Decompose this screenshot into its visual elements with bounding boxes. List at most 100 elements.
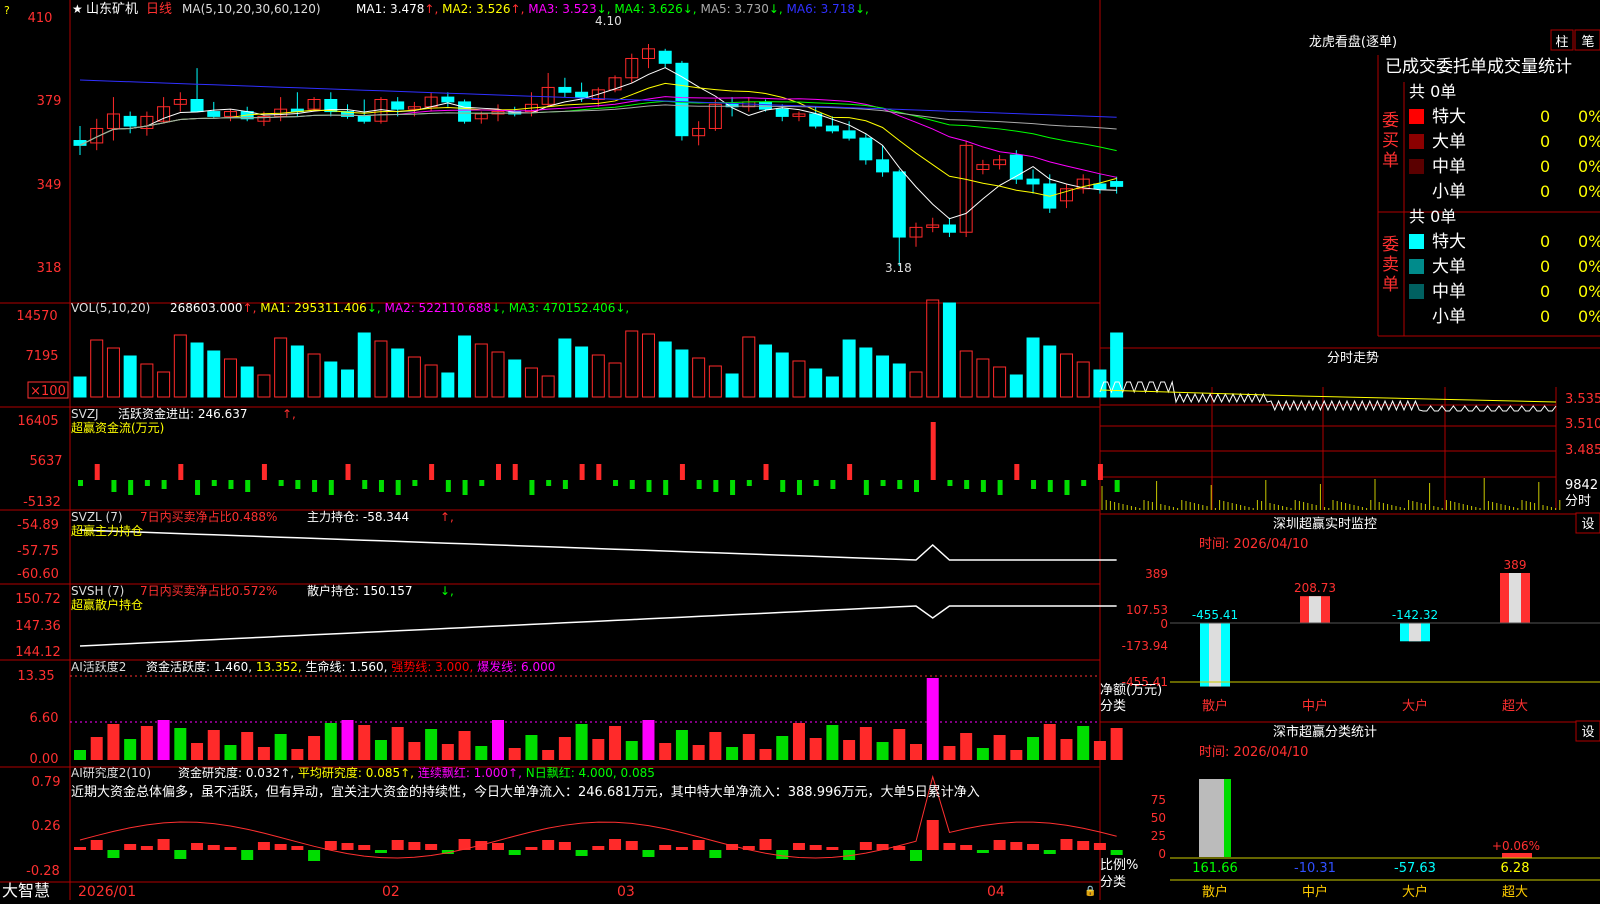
svzl-arrow: ↑, <box>440 510 454 524</box>
fund-flow-bar <box>178 464 184 480</box>
volume-bar <box>658 341 672 398</box>
candlestick <box>391 101 405 110</box>
vol-unit-button[interactable]: ×100 <box>30 384 66 399</box>
activity-bar <box>291 749 304 760</box>
volume-bar <box>508 359 522 398</box>
favorite-star-icon[interactable]: ★ <box>72 2 83 16</box>
activity-bar <box>625 741 638 760</box>
activity-bar <box>274 734 287 760</box>
order-percent: 0% <box>1578 107 1600 126</box>
svsh-arrow: ↓, <box>440 584 454 598</box>
research-bar <box>191 843 204 850</box>
order-count: 0 <box>1540 282 1550 301</box>
activity-bar <box>642 720 655 760</box>
sz-axis-label-2: 分类 <box>1100 699 1126 714</box>
activity-bar <box>207 730 220 760</box>
activity-bar <box>1060 739 1073 760</box>
legend-item: MA5: 3.730 <box>697 2 769 16</box>
research-bar <box>107 850 120 858</box>
research-bar <box>90 840 103 850</box>
sell-orders-label: 委卖单 <box>1382 235 1399 295</box>
legend-item: 268603.000 <box>170 301 243 315</box>
fund-flow-bar <box>813 480 819 486</box>
volume-bar <box>441 372 455 398</box>
ratio-value-label: 6.28 <box>1501 861 1530 876</box>
research-bar <box>174 850 187 859</box>
activity-bar <box>843 740 856 760</box>
period-label[interactable]: 日线 <box>146 2 172 17</box>
activity-bar <box>976 748 989 760</box>
order-color-swatch <box>1409 109 1424 124</box>
fund-flow-bar <box>111 480 117 492</box>
svzl-subtitle: 超赢主力持仓 <box>71 523 143 538</box>
y-tick-svzj-1: 5637 <box>29 454 62 469</box>
svsh-title: SVSH (7) <box>71 584 124 598</box>
ratio-value-label: 161.66 <box>1192 861 1238 876</box>
chart-canvas[interactable]: ? ★ 山东矿机 日线 MA(5,10,20,30,60,120) MA1: 3… <box>0 0 1600 900</box>
candlestick <box>458 101 472 122</box>
fund-flow-bar <box>947 480 953 486</box>
volume-bar <box>341 369 355 398</box>
category-label: 大户 <box>1402 698 1428 714</box>
y-tick-ai-2: 0.00 <box>30 752 59 767</box>
candlestick <box>357 115 371 122</box>
volume-bar <box>1009 374 1023 398</box>
price-tick-0: 3.535 <box>1565 392 1600 407</box>
legend-arrow: ↑, <box>424 2 438 16</box>
legend-item: 强势线: 3.000, <box>388 660 474 674</box>
candlestick <box>558 86 572 93</box>
research-bar <box>926 820 939 850</box>
svzl-title: SVZL (7) <box>71 510 123 524</box>
net-amount-label: 389 <box>1504 558 1527 572</box>
order-percent: 0% <box>1578 282 1600 301</box>
research-bar <box>1093 843 1106 850</box>
volume-bar <box>73 376 87 398</box>
fund-flow-bar <box>312 480 318 492</box>
activity-bar <box>709 732 722 760</box>
research-bar <box>358 845 371 850</box>
legend-item: N日飘红: 4.000, 0.085 <box>522 765 655 780</box>
szc-axis-label-2: 分类 <box>1100 875 1126 890</box>
lock-icon[interactable]: 🔒 <box>1084 885 1096 897</box>
activity-bar <box>943 746 956 760</box>
research-bar <box>659 845 672 850</box>
activity-bar <box>425 729 438 760</box>
legend-arrow: ↓, <box>491 301 505 315</box>
svzj-title: SVZJ <box>71 407 99 421</box>
fund-flow-bar <box>763 464 769 480</box>
research-bar <box>257 842 270 850</box>
volume-bar <box>809 368 823 398</box>
candlestick <box>190 99 204 113</box>
fund-flow-bar <box>646 480 652 492</box>
activity-bar <box>1077 726 1090 760</box>
legend-item: MA3: 470152.406 <box>505 301 615 315</box>
candlestick <box>575 91 589 98</box>
research-bar <box>1060 839 1073 850</box>
activity-bar <box>742 734 755 760</box>
sz-class-settings-label: 设 <box>1581 725 1594 740</box>
candlestick <box>441 96 455 103</box>
order-percent: 0% <box>1578 132 1600 151</box>
fund-flow-bar <box>278 480 284 486</box>
fund-flow-bar <box>261 464 267 480</box>
research-bar <box>542 840 555 850</box>
fund-flow-bar <box>1081 480 1087 486</box>
activity-bar <box>157 720 170 760</box>
research-bar <box>642 850 655 857</box>
fund-flow-bar <box>830 480 836 489</box>
activity-bar <box>374 740 387 760</box>
activity-bar <box>90 737 103 760</box>
fund-flow-bar <box>412 480 418 486</box>
research-bar <box>1110 850 1123 855</box>
research-bar <box>592 846 605 850</box>
activity-bar <box>241 732 254 760</box>
fund-flow-bar <box>562 480 568 489</box>
research-bar <box>508 850 521 855</box>
legend-arrow: ↓, <box>615 301 629 315</box>
activity-bar <box>257 747 270 760</box>
help-icon[interactable]: ? <box>4 4 10 17</box>
research-bar <box>792 843 805 850</box>
volume-bar <box>825 376 839 398</box>
order-percent: 0% <box>1578 157 1600 176</box>
candlestick <box>1026 178 1040 185</box>
